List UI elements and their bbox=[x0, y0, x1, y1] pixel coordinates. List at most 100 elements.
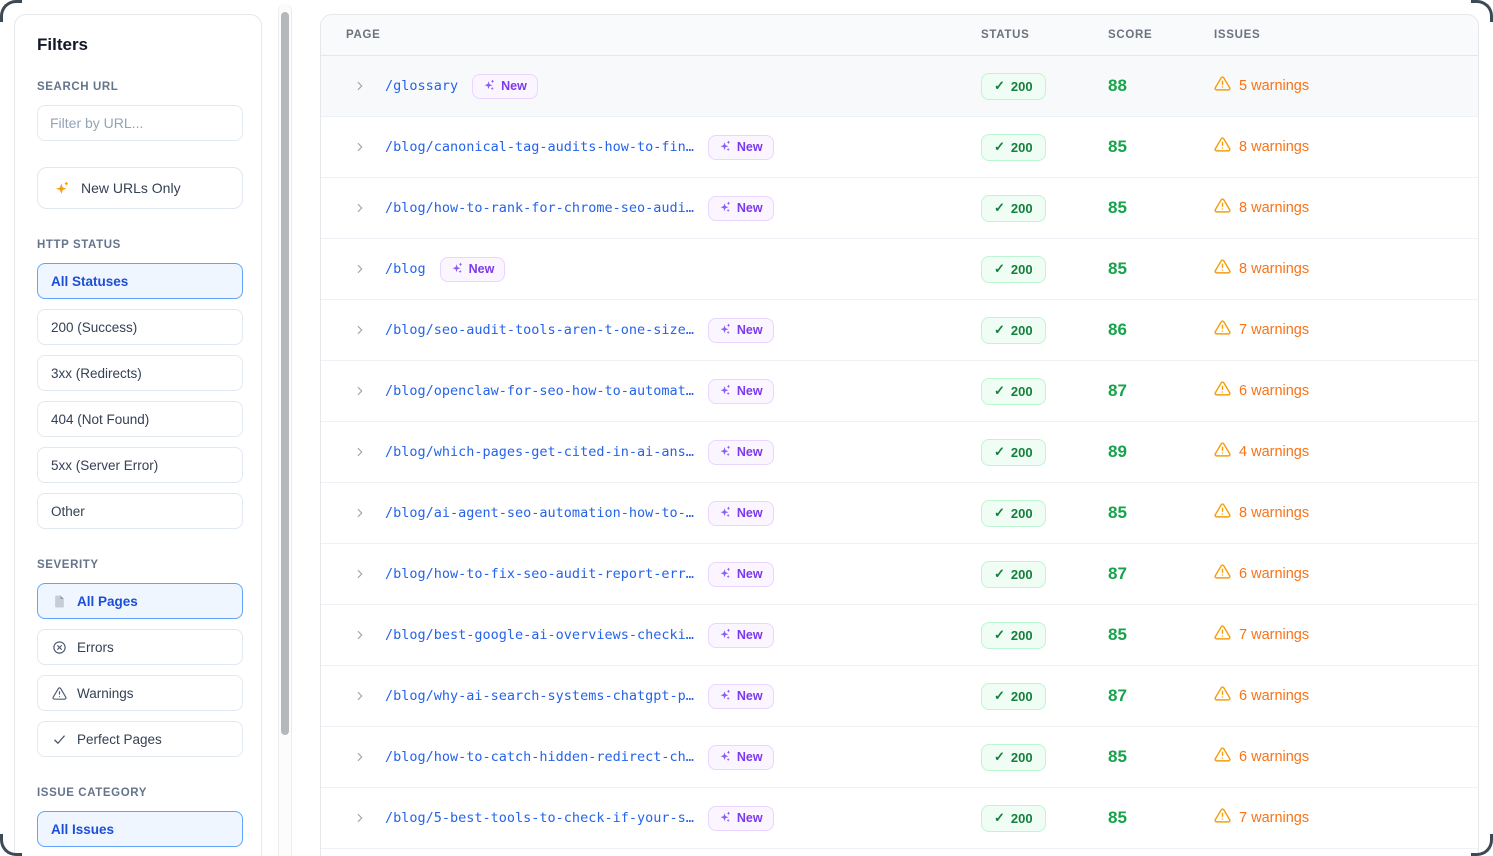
status-badge: ✓ 200 bbox=[981, 73, 1046, 100]
filter-option-200-success-[interactable]: 200 (Success) bbox=[37, 309, 243, 345]
issues-value: 8 warnings bbox=[1214, 502, 1309, 523]
table-row[interactable]: /blog/5-best-tools-to-check-if-your-s… N… bbox=[321, 788, 1478, 849]
new-badge: New bbox=[708, 745, 774, 770]
score-cell: 85 bbox=[1108, 259, 1214, 279]
status-code: 200 bbox=[1011, 811, 1033, 826]
table-row[interactable]: /blog/which-pages-get-cited-in-ai-ans… N… bbox=[321, 422, 1478, 483]
chevron-right-icon[interactable] bbox=[353, 750, 367, 764]
table-row[interactable]: /blog/seo-audit-tools-aren-t-one-size… N… bbox=[321, 300, 1478, 361]
chevron-right-icon[interactable] bbox=[353, 506, 367, 520]
filter-option-other[interactable]: Other bbox=[37, 493, 243, 529]
page-url-link[interactable]: /blog/how-to-catch-hidden-redirect-ch… bbox=[385, 749, 694, 765]
warning-triangle-icon bbox=[51, 685, 67, 701]
table-row[interactable]: /blog/how-to-catch-hidden-redirect-ch… N… bbox=[321, 727, 1478, 788]
chevron-right-icon[interactable] bbox=[353, 384, 367, 398]
page-url-link[interactable]: /blog bbox=[385, 261, 426, 277]
warning-triangle-icon bbox=[1214, 75, 1231, 96]
chevron-right-icon[interactable] bbox=[353, 323, 367, 337]
filters-title: Filters bbox=[37, 35, 243, 55]
page-url-link[interactable]: /blog/canonical-tag-audits-how-to-fin… bbox=[385, 139, 694, 155]
filter-option-5xx-server-error-[interactable]: 5xx (Server Error) bbox=[37, 447, 243, 483]
chevron-right-icon[interactable] bbox=[353, 811, 367, 825]
filter-option-all-pages[interactable]: All Pages bbox=[37, 583, 243, 619]
status-badge: ✓ 200 bbox=[981, 378, 1046, 405]
new-badge-label: New bbox=[737, 567, 763, 581]
chevron-right-icon[interactable] bbox=[353, 201, 367, 215]
page-url-link[interactable]: /blog/best-google-ai-overviews-checki… bbox=[385, 627, 694, 643]
table-row[interactable]: /blog/why-ai-search-systems-chatgpt-p… N… bbox=[321, 666, 1478, 727]
filter-option-label: All Statuses bbox=[51, 274, 128, 289]
issues-label: 8 warnings bbox=[1239, 200, 1309, 216]
score-value: 87 bbox=[1108, 564, 1127, 583]
sparkles-icon bbox=[54, 180, 70, 196]
status-code: 200 bbox=[1011, 445, 1033, 460]
sparkles-icon bbox=[719, 811, 731, 826]
chevron-right-icon[interactable] bbox=[353, 79, 367, 93]
issues-label: 8 warnings bbox=[1239, 505, 1309, 521]
page-url-link[interactable]: /blog/why-ai-search-systems-chatgpt-p… bbox=[385, 688, 694, 704]
issues-cell: 6 warnings bbox=[1214, 746, 1478, 768]
warning-triangle-icon bbox=[1214, 685, 1231, 706]
filter-option-warnings[interactable]: Warnings bbox=[37, 675, 243, 711]
issues-value: 7 warnings bbox=[1214, 807, 1309, 828]
chevron-right-icon[interactable] bbox=[353, 628, 367, 642]
table-row[interactable]: /blog/ai-agent-seo-automation-how-to-… N… bbox=[321, 483, 1478, 544]
chevron-right-icon[interactable] bbox=[353, 140, 367, 154]
table-row[interactable]: /glossary New ✓ 200 88 5 warnings bbox=[321, 56, 1478, 117]
status-code: 200 bbox=[1011, 506, 1033, 521]
score-cell: 86 bbox=[1108, 320, 1214, 340]
table-row[interactable]: /blog/how-to-rank-for-chrome-seo-audi… N… bbox=[321, 178, 1478, 239]
search-url-input[interactable] bbox=[37, 105, 243, 141]
table-row[interactable]: /blog New ✓ 200 85 8 warnings bbox=[321, 239, 1478, 300]
chevron-right-icon[interactable] bbox=[353, 445, 367, 459]
page-cell: /blog/how-to-rank-for-chrome-seo-audi… N… bbox=[321, 196, 981, 221]
chevron-right-icon[interactable] bbox=[353, 689, 367, 703]
check-icon: ✓ bbox=[994, 200, 1005, 216]
chevron-right-icon[interactable] bbox=[353, 262, 367, 276]
chevron-right-icon[interactable] bbox=[353, 567, 367, 581]
sidebar-scrollbar[interactable] bbox=[278, 4, 292, 856]
sparkles-icon bbox=[719, 323, 731, 338]
new-urls-only-button[interactable]: New URLs Only bbox=[37, 167, 243, 209]
new-badge-label: New bbox=[469, 262, 495, 276]
filter-option-all-statuses[interactable]: All Statuses bbox=[37, 263, 243, 299]
page-url-link[interactable]: /glossary bbox=[385, 78, 458, 94]
status-badge: ✓ 200 bbox=[981, 683, 1046, 710]
new-badge-label: New bbox=[737, 811, 763, 825]
table-row[interactable]: /blog/best-google-ai-overviews-checki… N… bbox=[321, 605, 1478, 666]
sparkles-icon bbox=[719, 628, 731, 643]
sparkles-icon bbox=[719, 140, 731, 155]
page-url-link[interactable]: /blog/seo-audit-tools-aren-t-one-size… bbox=[385, 322, 694, 338]
sparkles-icon bbox=[719, 445, 731, 460]
filter-option-404-not-found-[interactable]: 404 (Not Found) bbox=[37, 401, 243, 437]
filter-option-3xx-redirects-[interactable]: 3xx (Redirects) bbox=[37, 355, 243, 391]
filter-option-errors[interactable]: Errors bbox=[37, 629, 243, 665]
status-badge: ✓ 200 bbox=[981, 744, 1046, 771]
warning-triangle-icon bbox=[1214, 136, 1231, 157]
page-url-link[interactable]: /blog/5-best-tools-to-check-if-your-s… bbox=[385, 810, 694, 826]
table-row[interactable]: /blog/how-to-fix-seo-audit-report-err… N… bbox=[321, 544, 1478, 605]
filter-option-all-issues[interactable]: All Issues bbox=[37, 811, 243, 847]
score-value: 85 bbox=[1108, 625, 1127, 644]
issues-value: 7 warnings bbox=[1214, 624, 1309, 645]
pages-table-panel: PAGE STATUS SCORE ISSUES /glossary New ✓… bbox=[320, 14, 1479, 856]
page-url-link[interactable]: /blog/openclaw-for-seo-how-to-automat… bbox=[385, 383, 694, 399]
page-cell: /blog New bbox=[321, 257, 981, 282]
score-value: 85 bbox=[1108, 503, 1127, 522]
page-url-link[interactable]: /blog/how-to-rank-for-chrome-seo-audi… bbox=[385, 200, 694, 216]
check-icon: ✓ bbox=[994, 139, 1005, 155]
page-url-link[interactable]: /blog/how-to-fix-seo-audit-report-err… bbox=[385, 566, 694, 582]
table-row[interactable]: /blog/openclaw-for-seo-how-to-automat… N… bbox=[321, 361, 1478, 422]
sidebar-scrollbar-thumb[interactable] bbox=[281, 12, 289, 735]
filter-option-label: Perfect Pages bbox=[77, 732, 162, 747]
warning-triangle-icon bbox=[1214, 319, 1231, 340]
filter-option-perfect-pages[interactable]: Perfect Pages bbox=[37, 721, 243, 757]
page-url-link[interactable]: /blog/which-pages-get-cited-in-ai-ans… bbox=[385, 444, 694, 460]
issues-label: 8 warnings bbox=[1239, 261, 1309, 277]
column-header-issues: ISSUES bbox=[1214, 29, 1478, 41]
issues-value: 6 warnings bbox=[1214, 380, 1309, 401]
status-badge: ✓ 200 bbox=[981, 622, 1046, 649]
page-url-link[interactable]: /blog/ai-agent-seo-automation-how-to-… bbox=[385, 505, 694, 521]
issues-cell: 8 warnings bbox=[1214, 502, 1478, 524]
table-row[interactable]: /blog/canonical-tag-audits-how-to-fin… N… bbox=[321, 117, 1478, 178]
